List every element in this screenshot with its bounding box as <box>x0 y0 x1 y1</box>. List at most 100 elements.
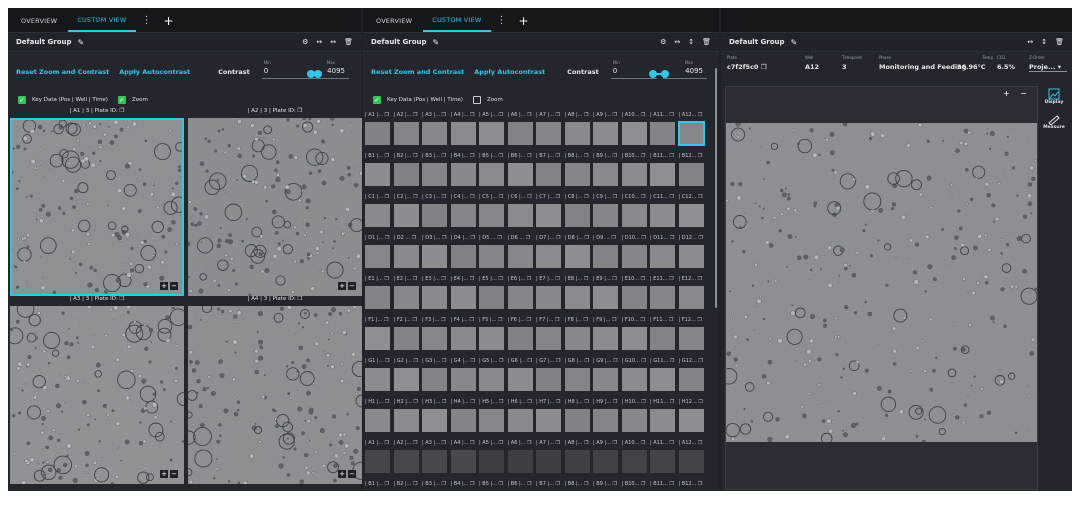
copy-icon[interactable]: ❐ <box>640 399 646 405</box>
thumbnail-image[interactable] <box>677 121 705 146</box>
well-image[interactable]: + − <box>10 306 184 484</box>
thumbnail-image[interactable] <box>393 204 419 227</box>
copy-icon[interactable]: ❐ <box>611 358 618 364</box>
copy-icon[interactable]: ❐ <box>383 481 390 487</box>
thumbnail-image[interactable] <box>393 327 419 350</box>
copy-icon[interactable]: ❐ <box>469 358 475 364</box>
pencil-icon[interactable]: ✎ <box>433 38 440 47</box>
copy-icon[interactable]: ❐ <box>383 153 390 159</box>
copy-icon[interactable]: ❐ <box>411 276 418 282</box>
thumbnail-image[interactable] <box>650 286 675 309</box>
thumbnail-image[interactable] <box>365 286 390 309</box>
thumbnail-image[interactable] <box>422 163 447 186</box>
copy-icon[interactable]: ❐ <box>696 194 703 200</box>
thumbnail-image[interactable] <box>365 368 390 391</box>
trash-icon[interactable]: 🗑 <box>1055 38 1064 46</box>
thumbnail-image[interactable] <box>593 286 618 309</box>
copy-icon[interactable]: ❐ <box>440 399 447 405</box>
zoom-in-button[interactable]: + <box>160 470 168 478</box>
copy-icon[interactable]: ❐ <box>497 481 504 487</box>
copy-icon[interactable]: ❐ <box>554 112 561 118</box>
copy-icon[interactable]: ❐ <box>668 276 674 282</box>
thumbnail-image[interactable] <box>650 245 675 268</box>
thumbnail-image[interactable] <box>678 368 704 391</box>
copy-icon[interactable]: ❐ <box>697 235 703 241</box>
thumbnail-image[interactable] <box>393 286 419 309</box>
copy-icon[interactable]: ❐ <box>411 112 418 118</box>
thumbnail-image[interactable] <box>422 204 447 227</box>
copy-icon[interactable]: ❐ <box>639 317 645 323</box>
copy-icon[interactable]: ❐ <box>411 317 417 323</box>
copy-icon[interactable]: ❐ <box>696 317 702 323</box>
thumbnail-image[interactable] <box>621 327 647 350</box>
copy-icon[interactable]: ❐ <box>383 399 390 405</box>
copy-icon[interactable]: ❐ <box>120 108 125 114</box>
copy-icon[interactable]: ❐ <box>667 317 674 323</box>
thumbnail-image[interactable] <box>365 204 390 227</box>
thumbnail-image[interactable] <box>564 409 590 432</box>
copy-icon[interactable]: ❐ <box>697 399 703 405</box>
thumbnail-image[interactable] <box>365 163 390 186</box>
zoom-checkbox[interactable]: ✓ <box>117 96 126 104</box>
thumbnail-image[interactable] <box>507 245 533 268</box>
thumbnail-image[interactable] <box>536 122 561 145</box>
copy-icon[interactable]: ❐ <box>696 112 703 118</box>
copy-icon[interactable]: ❐ <box>439 317 446 323</box>
copy-icon[interactable]: ❐ <box>468 317 474 323</box>
thumbnail-image[interactable] <box>564 163 590 186</box>
key-data-checkbox[interactable]: ✓ <box>373 96 381 104</box>
copy-icon[interactable]: ❐ <box>525 481 532 487</box>
copy-icon[interactable]: ❐ <box>553 317 560 323</box>
copy-icon[interactable]: ❐ <box>440 481 447 487</box>
copy-icon[interactable]: ❐ <box>298 108 303 114</box>
expand-icon[interactable]: ↔ <box>330 38 336 46</box>
copy-icon[interactable]: ❐ <box>640 235 646 241</box>
copy-icon[interactable]: ❐ <box>412 399 418 405</box>
thumbnail-image[interactable] <box>422 245 447 268</box>
thumbnail-image[interactable] <box>479 409 504 432</box>
collapse-icon[interactable]: ↔ <box>316 38 322 46</box>
thumbnail-image[interactable] <box>678 327 704 350</box>
copy-icon[interactable]: ❐ <box>525 153 532 159</box>
thumbnail-image[interactable] <box>450 450 476 473</box>
copy-icon[interactable]: ❐ <box>496 235 502 241</box>
thumbnail-image[interactable] <box>564 245 590 268</box>
copy-icon[interactable]: ❐ <box>668 440 674 446</box>
copy-icon[interactable]: ❐ <box>524 235 531 241</box>
copy-icon[interactable]: ❐ <box>554 440 561 446</box>
copy-icon[interactable]: ❐ <box>497 112 504 118</box>
zoom-in-button[interactable]: + <box>338 470 346 478</box>
copy-icon[interactable]: ❐ <box>611 440 618 446</box>
collapse-icon[interactable]: ↔ <box>1027 38 1033 46</box>
copy-icon[interactable]: ❐ <box>583 235 589 241</box>
thumbnail-image[interactable] <box>450 122 476 145</box>
copy-icon[interactable]: ❐ <box>412 194 418 200</box>
copy-icon[interactable]: ❐ <box>497 153 504 159</box>
thumbnail-image[interactable] <box>536 368 561 391</box>
thumbnail-image[interactable] <box>650 204 675 227</box>
thumbnail-image[interactable] <box>621 245 647 268</box>
thumbnail-image[interactable] <box>564 204 590 227</box>
copy-icon[interactable]: ❐ <box>526 399 532 405</box>
copy-icon[interactable]: ❐ <box>526 358 532 364</box>
thumbnail-image[interactable] <box>593 368 618 391</box>
thumbnail-image[interactable] <box>479 163 504 186</box>
copy-icon[interactable]: ❐ <box>440 194 447 200</box>
thumbnail-image[interactable] <box>422 327 447 350</box>
thumbnail-image[interactable] <box>678 204 704 227</box>
well-image[interactable]: + − <box>10 118 184 296</box>
thumbnail-image[interactable] <box>564 286 590 309</box>
thumbnail-image[interactable] <box>678 409 704 432</box>
apply-autocontrast-button[interactable]: Apply Autocontrast <box>474 68 545 76</box>
copy-icon[interactable]: ❐ <box>120 296 125 302</box>
thumbnail-image[interactable] <box>678 163 704 186</box>
copy-icon[interactable]: ❐ <box>440 153 447 159</box>
thumbnail-image[interactable] <box>393 122 419 145</box>
thumbnail-image[interactable] <box>450 409 476 432</box>
copy-icon[interactable]: ❐ <box>611 481 618 487</box>
measure-tool-button[interactable]: Measure <box>1043 115 1065 130</box>
thumbnail-image[interactable] <box>393 409 419 432</box>
copy-icon[interactable]: ❐ <box>668 112 674 118</box>
copy-icon[interactable]: ❐ <box>496 317 503 323</box>
copy-icon[interactable]: ❐ <box>639 112 646 118</box>
